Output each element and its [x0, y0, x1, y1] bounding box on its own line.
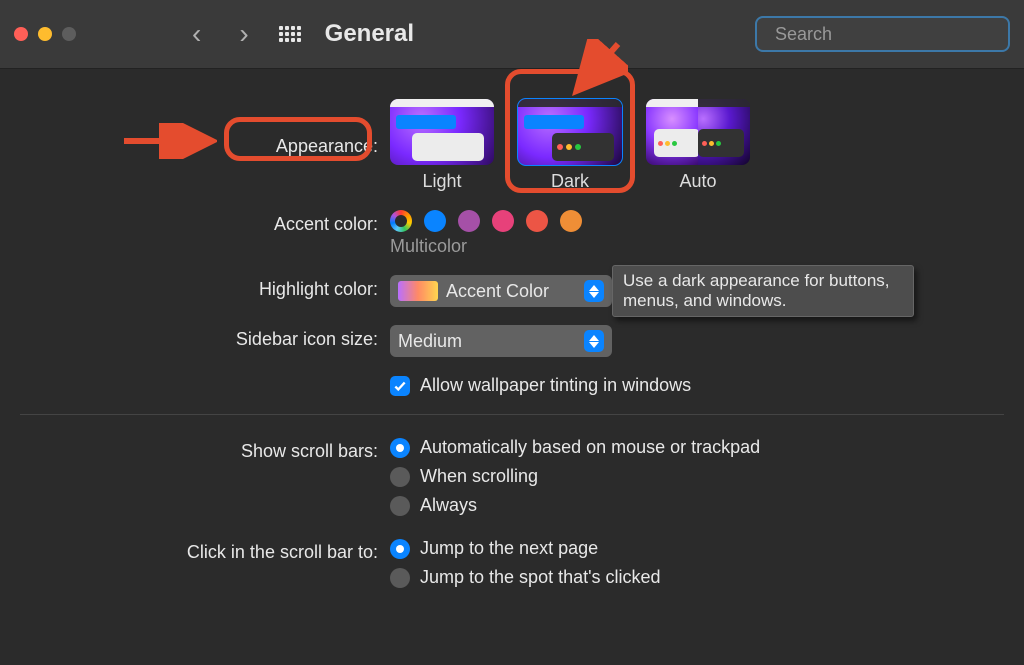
appearance-label: Appearance:	[20, 132, 390, 160]
highlight-value: Accent Color	[446, 281, 584, 302]
accent-pink[interactable]	[492, 210, 514, 232]
search-field[interactable]	[755, 16, 1010, 52]
accent-purple[interactable]	[458, 210, 480, 232]
scrollbars-option-2: Always	[420, 495, 477, 516]
sidebar-size-label: Sidebar icon size:	[20, 325, 390, 353]
tint-label: Allow wallpaper tinting in windows	[420, 375, 691, 396]
forward-button[interactable]: ›	[239, 20, 248, 48]
scrollbars-radio-scrolling[interactable]	[390, 467, 410, 487]
scrollbars-option-1: When scrolling	[420, 466, 538, 487]
accent-red[interactable]	[526, 210, 548, 232]
accent-blue[interactable]	[424, 210, 446, 232]
accent-selected-name: Multicolor	[390, 236, 1004, 257]
highlight-swatch-icon	[398, 281, 438, 301]
appearance-caption-auto: Auto	[679, 171, 716, 192]
titlebar: ‹ › General	[0, 0, 1024, 69]
tooltip: Use a dark appearance for buttons, menus…	[612, 265, 914, 317]
divider	[20, 414, 1004, 415]
page-title: General	[325, 20, 414, 48]
stepper-icon	[584, 280, 604, 302]
sidebar-size-value: Medium	[398, 331, 584, 352]
accent-swatches	[390, 210, 1004, 232]
appearance-option-auto[interactable]	[646, 99, 750, 165]
scrollbars-option-0: Automatically based on mouse or trackpad	[420, 437, 760, 458]
sidebar-size-select[interactable]: Medium	[390, 325, 612, 357]
stepper-icon	[584, 330, 604, 352]
appearance-caption-light: Light	[422, 171, 461, 192]
scrollbars-label: Show scroll bars:	[20, 437, 390, 465]
appearance-option-light[interactable]	[390, 99, 494, 165]
scrollbars-radio-always[interactable]	[390, 496, 410, 516]
highlight-label: Highlight color:	[20, 275, 390, 303]
show-all-button[interactable]	[279, 26, 301, 42]
minimize-window-button[interactable]	[38, 27, 52, 41]
nav-buttons: ‹ ›	[192, 20, 249, 48]
accent-orange[interactable]	[560, 210, 582, 232]
window-controls	[14, 27, 76, 41]
accent-multicolor[interactable]	[390, 210, 412, 232]
back-button[interactable]: ‹	[192, 20, 201, 48]
appearance-option-dark[interactable]	[518, 99, 622, 165]
click-scroll-radio-spot[interactable]	[390, 568, 410, 588]
zoom-window-button	[62, 27, 76, 41]
click-scroll-option-1: Jump to the spot that's clicked	[420, 567, 661, 588]
search-input[interactable]	[775, 24, 1007, 45]
highlight-select[interactable]: Accent Color	[390, 275, 612, 307]
click-scroll-label: Click in the scroll bar to:	[20, 538, 390, 566]
scrollbars-radio-auto[interactable]	[390, 438, 410, 458]
accent-label: Accent color:	[20, 210, 390, 238]
click-scroll-option-0: Jump to the next page	[420, 538, 598, 559]
close-window-button[interactable]	[14, 27, 28, 41]
appearance-caption-dark: Dark	[551, 171, 589, 192]
tint-checkbox[interactable]	[390, 376, 410, 396]
click-scroll-radio-next[interactable]	[390, 539, 410, 559]
